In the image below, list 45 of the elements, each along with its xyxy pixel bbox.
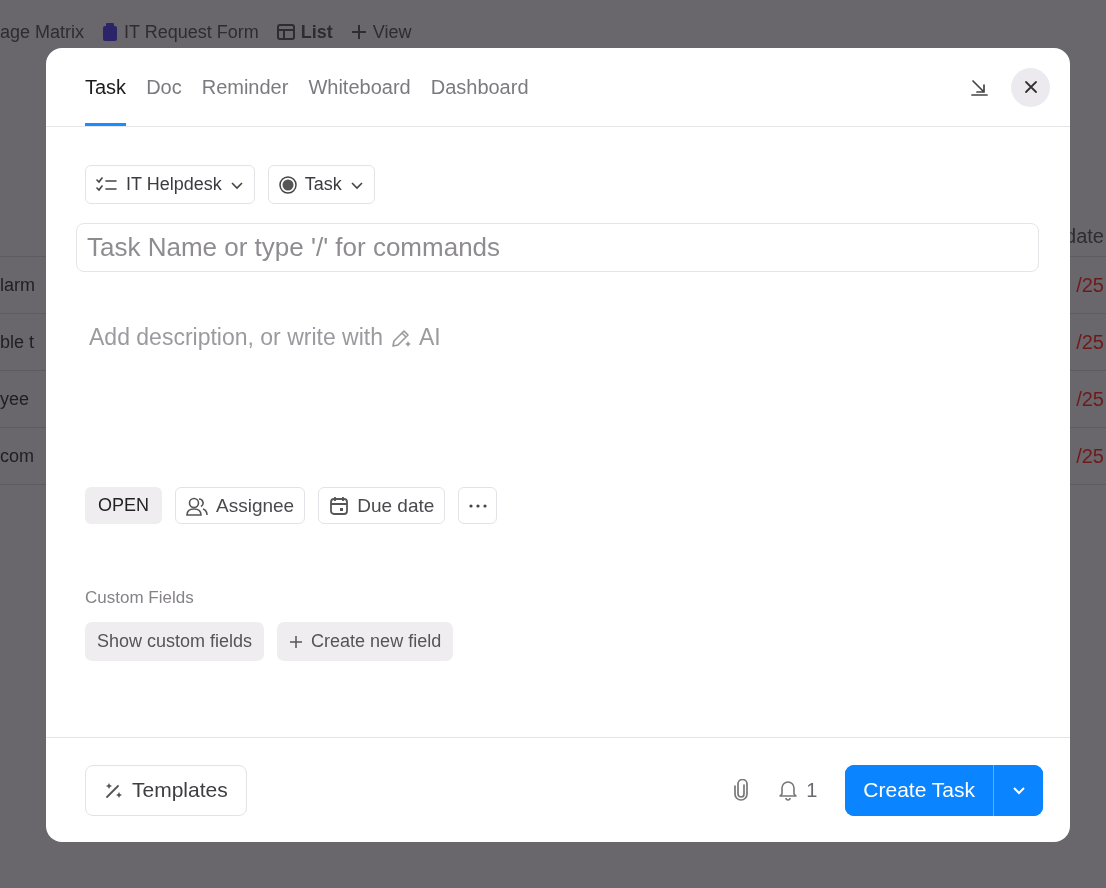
tab[interactable]: Dashboard <box>430 48 529 126</box>
description-placeholder[interactable]: Add description, or write with <box>89 324 383 351</box>
tab[interactable]: Doc <box>146 48 182 126</box>
view-tab[interactable]: IT Request Form <box>124 21 259 43</box>
view-tab[interactable]: View <box>372 21 412 43</box>
table-icon <box>276 24 295 40</box>
create-options-button[interactable] <box>993 764 1043 816</box>
task-name-field[interactable]: Task Name or type '/' for commands <box>76 223 1039 272</box>
plus-icon <box>350 24 367 40</box>
notifications-button[interactable]: 1 <box>778 778 818 802</box>
due-date: /25 <box>1076 330 1105 354</box>
checklist-icon <box>96 176 118 193</box>
show-custom-fields-button[interactable]: Show custom fields <box>85 622 265 661</box>
due-date: /25 <box>1076 444 1105 468</box>
plus-icon <box>289 634 304 649</box>
task-name: ble t <box>0 331 35 353</box>
create-field-button[interactable]: Create new field <box>277 622 454 661</box>
people-icon <box>186 495 208 516</box>
status-button[interactable]: OPEN <box>85 487 162 524</box>
radio-dot-icon <box>278 175 297 194</box>
ai-label[interactable]: AI <box>419 324 441 351</box>
templates-button[interactable]: Templates <box>85 764 247 816</box>
task-type-picker[interactable]: Task <box>267 165 375 204</box>
tab[interactable]: Task <box>85 48 127 126</box>
due-date: /25 <box>1076 273 1105 297</box>
clipboard-icon <box>102 23 119 41</box>
task-name: com <box>0 445 34 467</box>
close-button[interactable] <box>1011 67 1050 107</box>
ellipsis-icon <box>468 503 487 508</box>
tab[interactable]: Whiteboard <box>308 48 411 126</box>
view-tab[interactable]: age Matrix <box>0 21 85 43</box>
list-picker[interactable]: IT Helpdesk <box>85 165 255 204</box>
assignee-button[interactable]: Assignee <box>175 487 306 524</box>
close-icon <box>1023 80 1038 94</box>
due-date: /25 <box>1076 387 1105 411</box>
paperclip-icon[interactable] <box>732 779 751 801</box>
section-label: Custom Fields <box>85 588 195 608</box>
due-date-button[interactable]: Due date <box>318 487 446 524</box>
task-name: larm <box>0 274 35 296</box>
tab[interactable]: Reminder <box>201 48 289 126</box>
bell-icon <box>778 779 799 801</box>
view-tab[interactable]: List <box>300 21 333 43</box>
calendar-icon <box>329 495 350 516</box>
task-name: yee <box>0 388 30 410</box>
minimize-arrow-icon[interactable] <box>969 77 989 97</box>
